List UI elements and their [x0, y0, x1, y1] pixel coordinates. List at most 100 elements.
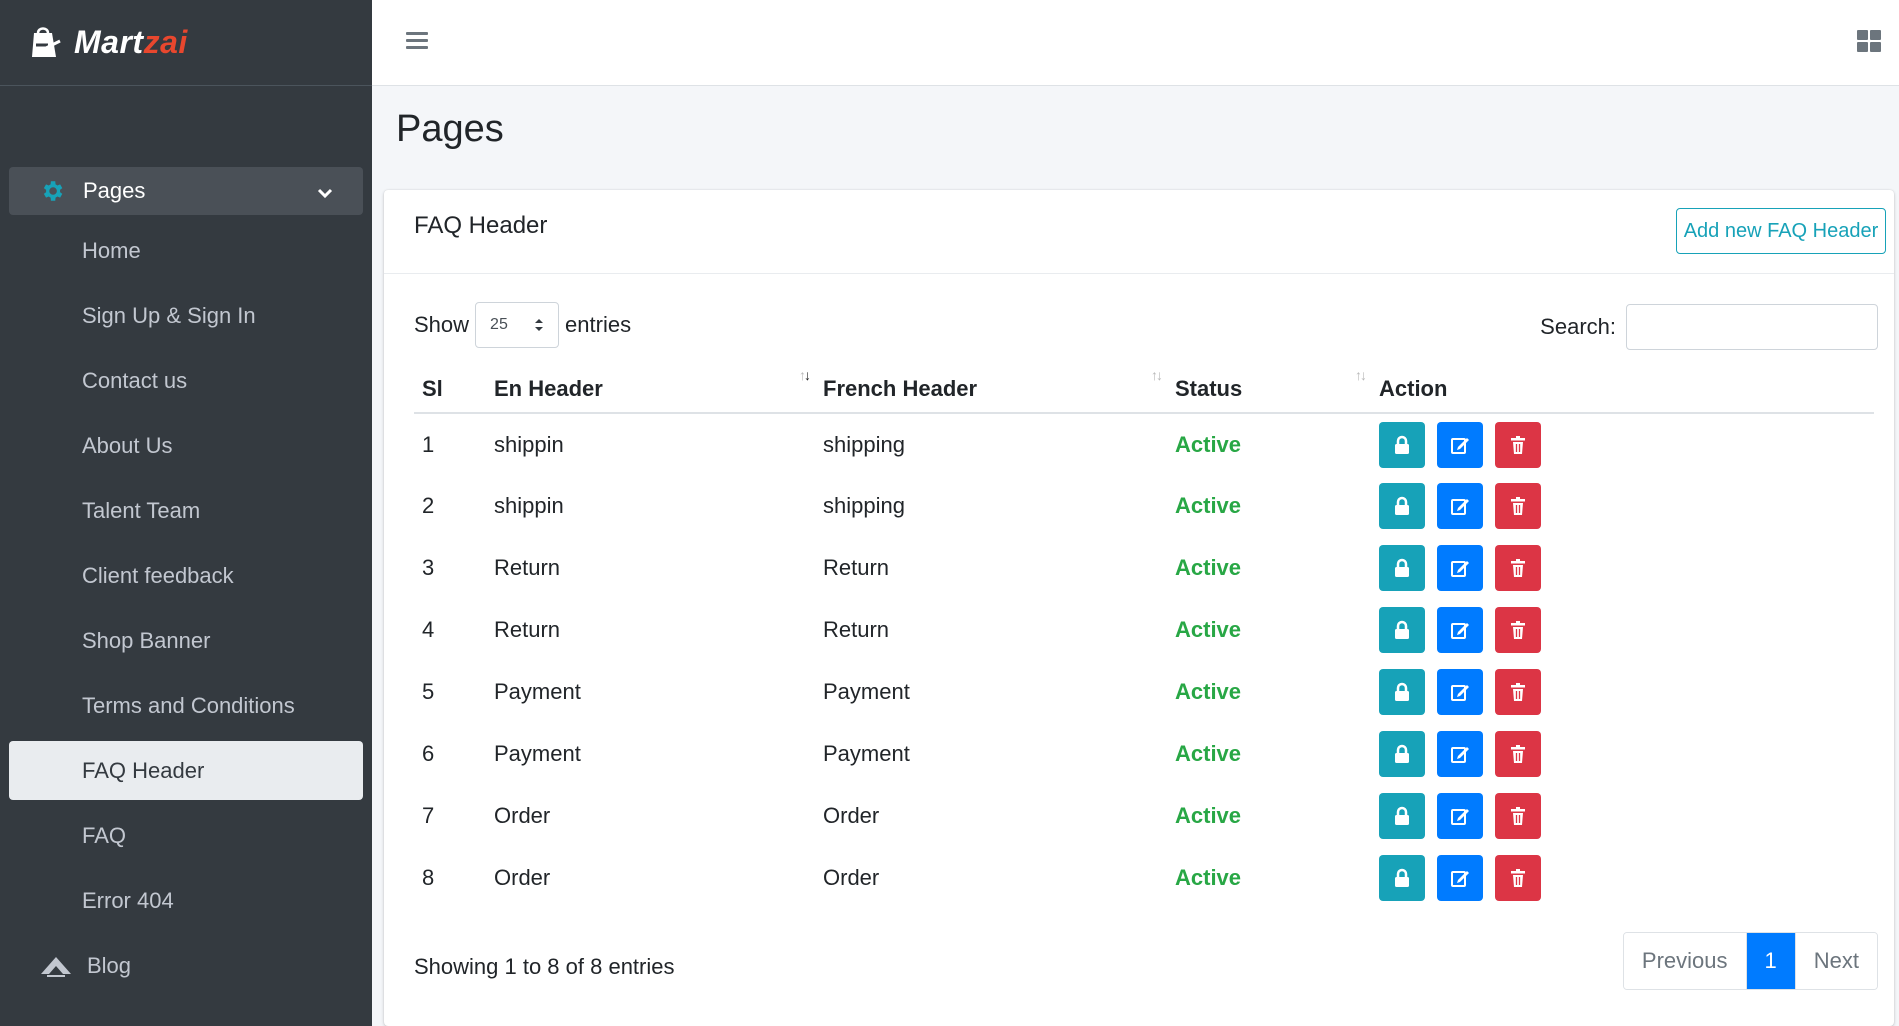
cell-en-header: Order	[494, 865, 551, 890]
faq-header-table: Sl En Header ↑↓ French Header ↑↓ Status ↑↓ …	[414, 365, 1874, 909]
search-label: Search:	[1540, 314, 1616, 339]
edit-button[interactable]	[1437, 421, 1483, 468]
edit-button[interactable]	[1437, 731, 1483, 777]
entries-label: entries	[565, 312, 632, 337]
cell-en-header: Payment	[494, 679, 581, 704]
edit-button[interactable]	[1437, 607, 1483, 653]
faq-header-card: FAQ Header Add new FAQ Header Show 25 en…	[384, 190, 1894, 1026]
cell-sl: 8	[422, 865, 435, 890]
sidebar-item-terms[interactable]: Terms and Conditions	[9, 676, 363, 735]
sort-desc-icon: ↑↓	[799, 367, 811, 383]
table-row: 4 Return Return Active	[414, 599, 1874, 661]
gear-icon	[39, 178, 65, 204]
status-badge: Active	[1175, 803, 1242, 828]
edit-button[interactable]	[1437, 545, 1483, 591]
delete-button[interactable]	[1495, 669, 1541, 715]
delete-button[interactable]	[1495, 793, 1541, 839]
lock-button[interactable]	[1379, 731, 1425, 777]
table-row: 3 Return Return Active	[414, 537, 1874, 599]
delete-button[interactable]	[1495, 607, 1541, 653]
cell-french-header: Return	[823, 617, 890, 642]
column-header-action: Action	[1371, 365, 1874, 414]
delete-button[interactable]	[1495, 545, 1541, 591]
cell-french-header: Order	[823, 803, 880, 828]
cell-sl: 4	[422, 617, 435, 642]
apps-grid-icon[interactable]	[1857, 30, 1881, 52]
column-header-french-header[interactable]: French Header ↑↓	[815, 365, 1167, 414]
cell-actions	[1371, 785, 1874, 847]
cell-sl: 2	[422, 493, 435, 518]
sidebar-item-about-us[interactable]: About Us	[9, 416, 363, 475]
cell-actions	[1371, 475, 1874, 537]
sort-icon: ↑↓	[1151, 367, 1163, 383]
cell-actions	[1371, 413, 1874, 475]
lock-button[interactable]	[1379, 607, 1425, 653]
sidebar-item-contact-us[interactable]: Contact us	[9, 351, 363, 410]
cell-en-header: Return	[494, 555, 561, 580]
lock-button[interactable]	[1379, 793, 1425, 839]
cell-en-header: Order	[494, 803, 551, 828]
lock-button[interactable]	[1379, 545, 1425, 591]
column-header-sl[interactable]: Sl	[414, 365, 486, 414]
cell-french-header: shipping	[823, 431, 905, 457]
blog-icon	[39, 954, 73, 978]
cell-sl: 6	[422, 741, 435, 766]
page-1-button[interactable]: 1	[1746, 933, 1795, 989]
table-header-row: Sl En Header ↑↓ French Header ↑↓ Status ↑↓ …	[414, 365, 1874, 414]
brand-name: Martzai	[74, 24, 188, 60]
chevron-down-icon	[316, 182, 334, 200]
search-control: Search:	[1540, 304, 1878, 350]
table-row: 7 Order Order Active	[414, 785, 1874, 847]
sidebar-item-label: Blog	[87, 952, 132, 978]
shopping-bag-logo-icon	[26, 23, 66, 63]
sidebar: Martzai Pages Home Sign Up & Sign In Con…	[0, 0, 372, 1026]
previous-page-button[interactable]: Previous	[1623, 933, 1747, 989]
add-faq-header-button[interactable]: Add new FAQ Header	[1676, 208, 1886, 254]
status-badge: Active	[1175, 679, 1242, 704]
search-input[interactable]	[1626, 304, 1878, 350]
table-row: 8 Order Order Active	[414, 847, 1874, 909]
column-header-en-header[interactable]: En Header ↑↓	[486, 365, 815, 414]
sidebar-item-shop-banner[interactable]: Shop Banner	[9, 611, 363, 670]
sidebar-item-faq[interactable]: FAQ	[9, 806, 363, 865]
delete-button[interactable]	[1495, 855, 1541, 901]
lock-button[interactable]	[1379, 669, 1425, 715]
sidebar-item-label: Pages	[83, 178, 146, 203]
sidebar-nav: Pages Home Sign Up & Sign In Contact us …	[0, 167, 372, 995]
table-row: 2 shippin shipping Active	[414, 475, 1874, 537]
entries-length-select[interactable]: 25	[475, 302, 560, 348]
sidebar-item-pages[interactable]: Pages	[9, 167, 363, 215]
pagination: Previous 1 Next	[1622, 932, 1878, 990]
next-page-button[interactable]: Next	[1794, 933, 1877, 989]
sidebar-item-blog[interactable]: Blog	[9, 936, 363, 995]
sidebar-item-signup-signin[interactable]: Sign Up & Sign In	[9, 286, 363, 345]
edit-button[interactable]	[1437, 793, 1483, 839]
delete-button[interactable]	[1495, 483, 1541, 529]
cell-actions	[1371, 723, 1874, 785]
status-badge: Active	[1175, 865, 1242, 890]
edit-button[interactable]	[1437, 669, 1483, 715]
status-badge: Active	[1175, 493, 1242, 518]
brand[interactable]: Martzai	[0, 0, 372, 86]
table-row: 1 shippin shipping Active	[414, 413, 1874, 475]
cell-actions	[1371, 661, 1874, 723]
lock-button[interactable]	[1379, 483, 1425, 529]
delete-button[interactable]	[1495, 421, 1541, 468]
edit-button[interactable]	[1437, 483, 1483, 529]
hamburger-menu-icon[interactable]	[406, 32, 428, 50]
lock-button[interactable]	[1379, 421, 1425, 468]
status-badge: Active	[1175, 617, 1242, 642]
sidebar-item-client-feedback[interactable]: Client feedback	[9, 546, 363, 605]
sidebar-item-home[interactable]: Home	[9, 221, 363, 280]
sidebar-item-faq-header[interactable]: FAQ Header	[9, 741, 363, 800]
lock-button[interactable]	[1379, 855, 1425, 901]
delete-button[interactable]	[1495, 731, 1541, 777]
cell-french-header: Return	[823, 555, 890, 580]
sidebar-item-error-404[interactable]: Error 404	[9, 871, 363, 930]
table-row: 5 Payment Payment Active	[414, 661, 1874, 723]
sidebar-item-talent-team[interactable]: Talent Team	[9, 481, 363, 540]
cell-sl: 3	[422, 555, 435, 580]
edit-button[interactable]	[1437, 855, 1483, 901]
column-header-status[interactable]: Status ↑↓	[1167, 365, 1371, 414]
entries-length-control: Show 25 entries	[414, 302, 631, 348]
